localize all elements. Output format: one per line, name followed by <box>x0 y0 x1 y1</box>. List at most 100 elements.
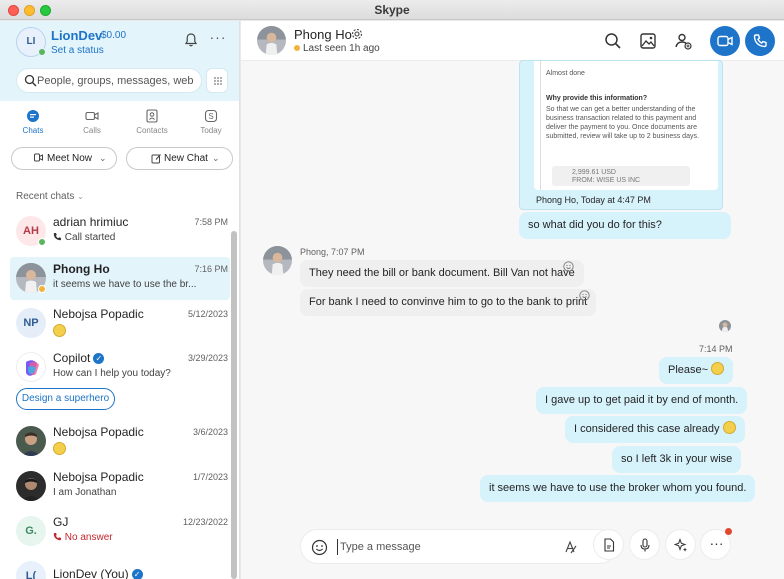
chat-time: 3/29/2023 <box>187 353 228 363</box>
chat-item-gj[interactable]: G. GJ No answer 12/23/2022 <box>10 510 230 553</box>
add-reaction-icon[interactable] <box>579 290 590 301</box>
payment-from: FROM: WISE US INC <box>572 177 641 184</box>
document-text: Almost done Why provide this information… <box>546 69 704 141</box>
document-body: So that we can get a better understandin… <box>546 106 699 140</box>
dialpad-button[interactable] <box>206 68 228 93</box>
close-window-button[interactable] <box>8 5 19 16</box>
new-chat-button[interactable]: New Chat ⌄ <box>126 147 233 170</box>
contact-status-text: Last seen 1h ago <box>303 43 380 54</box>
chat-item-liondev-you[interactable]: L( LionDev (You) ✓ <box>10 555 230 579</box>
outgoing-message[interactable]: I considered this case already <box>565 416 745 443</box>
meet-now-button[interactable]: Meet Now ⌄ <box>11 147 117 170</box>
text-format-icon[interactable] <box>563 540 577 554</box>
gear-icon[interactable] <box>351 28 363 40</box>
shared-image-message[interactable]: Almost done Why provide this information… <box>519 60 723 210</box>
contacts-icon <box>146 109 158 123</box>
thinking-face-icon <box>53 442 66 455</box>
design-superhero-button[interactable]: Design a superhero <box>16 388 115 410</box>
contact-avatar[interactable] <box>263 246 292 275</box>
credit-balance[interactable]: $0.00 <box>101 30 126 41</box>
chat-item-nebojsa-popadic-3[interactable]: Nebojsa Popadic I am Jonathan 1/7/2023 <box>10 465 230 508</box>
chat-name: Copilot <box>53 351 91 365</box>
chat-preview: How can I help you today? <box>53 368 171 379</box>
title-bar: Skype <box>0 0 784 20</box>
outgoing-message[interactable]: Please~ <box>659 357 734 384</box>
payment-amount: 2,999.61 USD <box>572 169 616 176</box>
chat-name: Nebojsa Popadic <box>53 425 144 439</box>
search-icon[interactable] <box>603 31 623 51</box>
add-reaction-icon[interactable] <box>563 261 574 272</box>
chat-item-nebojsa-popadic-2[interactable]: Nebojsa Popadic 3/6/2023 <box>10 420 230 463</box>
microphone-icon <box>640 538 650 552</box>
tab-calls[interactable]: Calls <box>67 109 117 135</box>
tab-contacts[interactable]: Contacts <box>127 109 177 135</box>
video-icon <box>85 111 99 121</box>
profile-name[interactable]: LionDev <box>51 28 102 43</box>
chat-name: Nebojsa Popadic <box>53 470 144 484</box>
message-text: I considered this case already <box>574 423 720 435</box>
chat-item-phong-ho[interactable]: Phong Ho it seems we have to use the br.… <box>10 257 230 300</box>
dialpad-icon <box>214 77 222 85</box>
bell-icon[interactable] <box>183 32 199 48</box>
chat-time: 5/12/2023 <box>187 309 228 319</box>
verified-badge-icon: ✓ <box>131 569 143 579</box>
audio-call-button[interactable] <box>745 26 775 56</box>
chat-time: 7:16 PM <box>194 264 228 274</box>
conversation-header: Phong Ho Last seen 1h ago <box>241 21 784 61</box>
chat-name-row: Copilot ✓ <box>53 351 105 365</box>
chat-icon <box>27 110 39 122</box>
search-box[interactable] <box>16 68 202 93</box>
tab-today[interactable]: S Today <box>186 109 236 135</box>
set-status-link[interactable]: Set a status <box>51 45 104 56</box>
svg-text:S: S <box>208 112 213 121</box>
meet-now-icon <box>34 153 43 162</box>
emoji-icon[interactable] <box>311 539 328 556</box>
outgoing-message[interactable]: it seems we have to use the broker whom … <box>480 475 756 502</box>
tab-chats[interactable]: Chats <box>8 109 58 135</box>
message-input[interactable] <box>337 539 557 555</box>
chat-item-nebojsa-popadic[interactable]: NP Nebojsa Popadic 5/12/2023 <box>10 302 230 345</box>
file-icon <box>604 538 615 552</box>
more-options-icon[interactable]: ··· <box>209 30 227 48</box>
read-receipt-avatar <box>719 320 731 332</box>
recent-chats-header[interactable]: Recent chats ⌄ <box>16 191 84 202</box>
search-input[interactable] <box>37 73 197 89</box>
chat-preview-text: No answer <box>64 532 113 543</box>
add-people-icon[interactable] <box>673 31 693 51</box>
phone-icon <box>753 34 767 48</box>
meet-now-label: Meet Now <box>47 153 93 164</box>
chat-preview: I am Jonathan <box>53 487 117 498</box>
tab-calls-label: Calls <box>83 126 101 135</box>
incoming-message[interactable]: They need the bill or bank document. Bil… <box>300 260 584 287</box>
chat-item-copilot[interactable]: Copilot ✓ How can I help you today? 3/29/… <box>10 346 230 389</box>
chat-time: 7:58 PM <box>194 217 228 227</box>
minimize-window-button[interactable] <box>24 5 35 16</box>
gallery-icon[interactable] <box>638 31 658 51</box>
send-file-button[interactable] <box>593 529 624 560</box>
avatar: L( <box>16 561 46 579</box>
chat-preview <box>53 442 66 456</box>
zoom-window-button[interactable] <box>40 5 51 16</box>
chat-name: LionDev (You) <box>53 567 129 579</box>
skype-today-icon: S <box>204 109 218 123</box>
compose-icon <box>151 154 161 164</box>
outgoing-message[interactable]: I gave up to get paid it by end of month… <box>536 387 748 414</box>
more-options-button[interactable]: ··· <box>700 528 732 560</box>
contact-name[interactable]: Phong Ho <box>294 27 352 42</box>
image-caption: Phong Ho, Today at 4:47 PM <box>536 195 651 205</box>
sparkle-icon <box>674 538 687 552</box>
incoming-message[interactable]: For bank I need to convinve him to go to… <box>300 289 597 316</box>
tab-today-label: Today <box>200 126 222 135</box>
payment-amount-box: 2,999.61 USD FROM: WISE US INC <box>552 166 690 186</box>
avatar: NP <box>16 308 46 338</box>
outgoing-message[interactable]: so what did you do for this? <box>519 212 731 239</box>
chat-item-adrian-hrimiuc[interactable]: AH adrian hrimiuc Call started 7:58 PM <box>10 210 230 253</box>
copilot-sparkle-button[interactable] <box>665 529 696 560</box>
chat-list-scrollbar[interactable] <box>231 231 237 579</box>
chat-time: 3/6/2023 <box>192 427 228 437</box>
avatar <box>16 471 46 501</box>
video-call-button[interactable] <box>710 26 740 56</box>
voice-message-button[interactable] <box>629 529 660 560</box>
contact-avatar[interactable] <box>257 26 286 55</box>
outgoing-message[interactable]: so I left 3k in your wise <box>612 446 742 473</box>
